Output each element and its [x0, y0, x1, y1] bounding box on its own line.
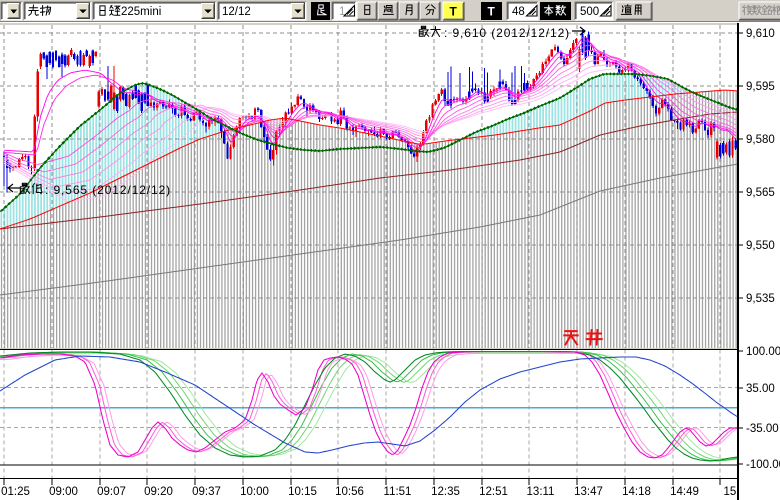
svg-text:09:07: 09:07 — [97, 486, 126, 498]
svg-text:10:15: 10:15 — [288, 486, 317, 498]
svg-text:9,535: 9,535 — [746, 293, 775, 305]
svg-text:12:51: 12:51 — [479, 486, 508, 498]
svg-text:100.00: 100.00 — [746, 346, 780, 358]
svg-text:T: T — [488, 5, 496, 19]
svg-text:9,550: 9,550 — [746, 240, 775, 252]
svg-text:9,580: 9,580 — [746, 134, 775, 146]
svg-text:15:: 15: — [724, 486, 740, 498]
svg-text:09:37: 09:37 — [192, 486, 221, 498]
svg-text:9,565: 9,565 — [746, 187, 775, 199]
svg-text:9,610: 9,610 — [746, 28, 775, 40]
svg-text:: 9,610 (2012/12/12): : 9,610 (2012/12/12) — [444, 26, 570, 40]
svg-text:01:25: 01:25 — [1, 486, 30, 498]
svg-text:48: 48 — [512, 6, 525, 18]
svg-text:12:35: 12:35 — [431, 486, 460, 498]
svg-text:09:00: 09:00 — [49, 486, 78, 498]
svg-text:T: T — [450, 5, 458, 19]
svg-text:09:20: 09:20 — [144, 486, 173, 498]
svg-text:10:56: 10:56 — [335, 486, 364, 498]
svg-text:9,595: 9,595 — [746, 81, 775, 93]
svg-text:35.00: 35.00 — [746, 383, 775, 395]
svg-text:10:00: 10:00 — [240, 486, 269, 498]
svg-text:14:18: 14:18 — [622, 486, 651, 498]
svg-text:-100.00: -100.00 — [746, 459, 780, 471]
svg-text:11:51: 11:51 — [384, 486, 412, 498]
svg-text:13:11: 13:11 — [527, 486, 555, 498]
svg-text:-35.00: -35.00 — [746, 423, 779, 435]
svg-text:: 9,565 (2012/12/12): : 9,565 (2012/12/12) — [45, 183, 171, 197]
svg-text:225mini: 225mini — [121, 6, 161, 18]
svg-text:13:47: 13:47 — [574, 486, 603, 498]
svg-text:500: 500 — [580, 6, 599, 18]
svg-text:12/12: 12/12 — [222, 6, 251, 18]
svg-text:14:49: 14:49 — [670, 486, 699, 498]
